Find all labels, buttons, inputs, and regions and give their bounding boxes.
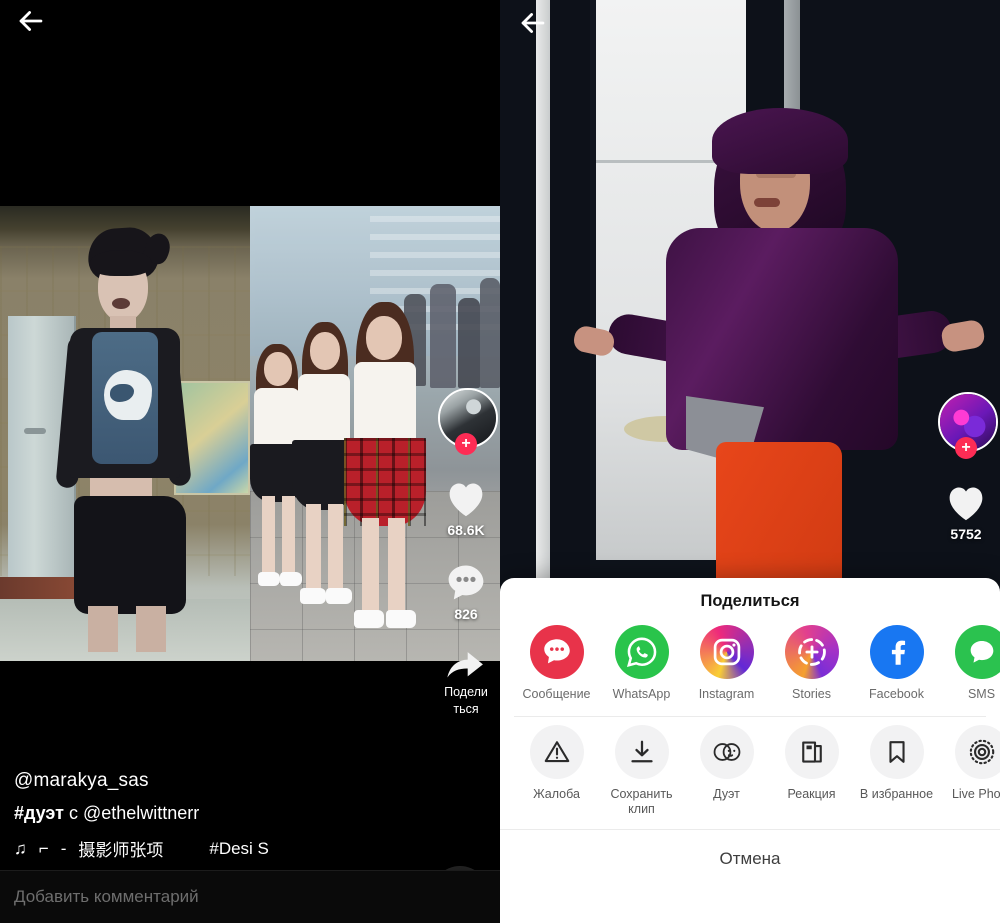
share-apps-row: Сообщение WhatsApp Instagram Stories Fac…: [500, 625, 1000, 702]
bookmark-icon: [869, 725, 924, 779]
share-option-message[interactable]: Сообщение: [514, 625, 599, 702]
back-arrow-icon[interactable]: [516, 6, 550, 40]
share-option-sms[interactable]: SMS: [939, 625, 1000, 702]
back-arrow-icon[interactable]: [14, 4, 48, 38]
sheet-divider-1: [514, 716, 986, 717]
live-photo-icon: [954, 725, 1000, 779]
action-reaction[interactable]: Реакция: [769, 725, 854, 817]
with-word: с: [68, 803, 78, 823]
partner-username[interactable]: @ethelwittnerr: [83, 803, 199, 823]
dancer-figure-3: [342, 302, 428, 632]
action-label: В избранное: [859, 787, 934, 801]
heart-icon: [949, 487, 983, 521]
action-favorites[interactable]: В избранное: [854, 725, 939, 817]
like-button[interactable]: 68.6K: [444, 478, 488, 538]
warning-triangle-icon: [529, 725, 584, 779]
left-video-screen: + 68.6K 826 Подели ться @marakya_sas #ду…: [0, 0, 500, 923]
cancel-button[interactable]: Отмена: [500, 830, 1000, 888]
avatar[interactable]: +: [438, 388, 498, 455]
share-sheet-title: Поделиться: [700, 592, 800, 610]
action-report[interactable]: Жалоба: [514, 725, 599, 817]
subject-figure: [571, 60, 987, 620]
left-letterbox-top: [0, 0, 500, 206]
caption-block: @marakya_sas #дуэт с @ethelwittnerr ♫ ⌐ …: [14, 770, 414, 861]
music-prefix: ⌐: [38, 838, 49, 858]
share-option-whatsapp[interactable]: WhatsApp: [599, 625, 684, 702]
comment-count: 826: [454, 606, 478, 622]
follow-button[interactable]: +: [455, 433, 477, 455]
share-arrow-icon: [447, 652, 483, 678]
share-option-label: Instagram: [698, 687, 755, 701]
instagram-stories-icon: [784, 625, 839, 679]
share-option-label: Stories: [792, 687, 831, 701]
right-video-screen: + 5752 Поделиться Сообщение WhatsApp Ins…: [500, 0, 1000, 923]
music-line[interactable]: ♫ ⌐ - 摄影师张项 #Desi S: [14, 836, 414, 861]
duet-left-clip[interactable]: [0, 206, 250, 661]
action-label: Сохранить клип: [610, 787, 673, 816]
action-label: Жалоба: [533, 787, 580, 801]
action-label: Дуэт: [713, 787, 740, 801]
share-option-label: Сообщение: [522, 687, 591, 701]
share-button[interactable]: Подели ться: [442, 646, 490, 716]
share-option-instagram[interactable]: Instagram: [684, 625, 769, 702]
comment-button[interactable]: 826: [445, 562, 487, 622]
duet-hashtag[interactable]: #дуэт: [14, 803, 64, 823]
comment-input-bar[interactable]: Добавить комментарий: [0, 870, 500, 923]
music-note-icon: ♫: [14, 838, 27, 858]
like-button[interactable]: 5752: [944, 482, 988, 542]
share-option-label: Facebook: [869, 687, 924, 701]
music-hashtag[interactable]: #Desi S: [209, 839, 269, 859]
facebook-icon: [869, 625, 924, 679]
share-option-label: WhatsApp: [612, 687, 671, 701]
duet-circles-icon: [699, 725, 754, 779]
share-label-line1: Подели: [444, 685, 488, 699]
action-live-photo[interactable]: Live Photo: [939, 725, 1000, 817]
share-option-stories[interactable]: Stories: [769, 625, 854, 702]
floating-note-icon-a: ♪: [481, 845, 492, 870]
action-save-clip[interactable]: Сохранить клип: [599, 725, 684, 817]
share-actions-row: Жалоба Сохранить клип Дуэт Реакция В изб…: [500, 725, 1000, 817]
download-icon: [614, 725, 669, 779]
share-bottom-sheet: Поделиться Сообщение WhatsApp Instagram …: [500, 578, 1000, 923]
like-count: 68.6K: [447, 522, 485, 538]
avatar[interactable]: +: [938, 392, 998, 459]
creator-username[interactable]: @marakya_sas: [14, 770, 414, 792]
reaction-icon: [784, 725, 839, 779]
comment-input-placeholder: Добавить комментарий: [14, 887, 199, 906]
like-count: 5752: [950, 526, 982, 542]
action-label: Реакция: [787, 787, 836, 801]
music-title: 摄影师张项: [78, 841, 164, 860]
duet-video-area[interactable]: [0, 206, 500, 661]
heart-icon: [449, 483, 483, 517]
dual-screenshot-canvas: + 68.6K 826 Подели ться @marakya_sas #ду…: [0, 0, 1000, 923]
action-label: Live Photo: [951, 787, 1000, 801]
music-dash: -: [60, 838, 67, 858]
left-action-rail: + 68.6K 826 Подели ться: [438, 388, 498, 740]
action-duet[interactable]: Дуэт: [684, 725, 769, 817]
sms-bubble-icon: [954, 625, 1000, 679]
right-action-rail: + 5752: [938, 392, 998, 566]
comment-bubble-icon: [448, 565, 484, 600]
share-option-label: SMS: [967, 687, 996, 701]
share-label-line2: ться: [453, 702, 479, 716]
message-bubble-icon: [529, 625, 584, 679]
duet-credit-line: #дуэт с @ethelwittnerr: [14, 803, 414, 824]
follow-button[interactable]: +: [955, 437, 977, 459]
share-option-facebook[interactable]: Facebook: [854, 625, 939, 702]
whatsapp-icon: [614, 625, 669, 679]
instagram-icon: [699, 625, 754, 679]
dancer-figure-left: [50, 225, 200, 652]
